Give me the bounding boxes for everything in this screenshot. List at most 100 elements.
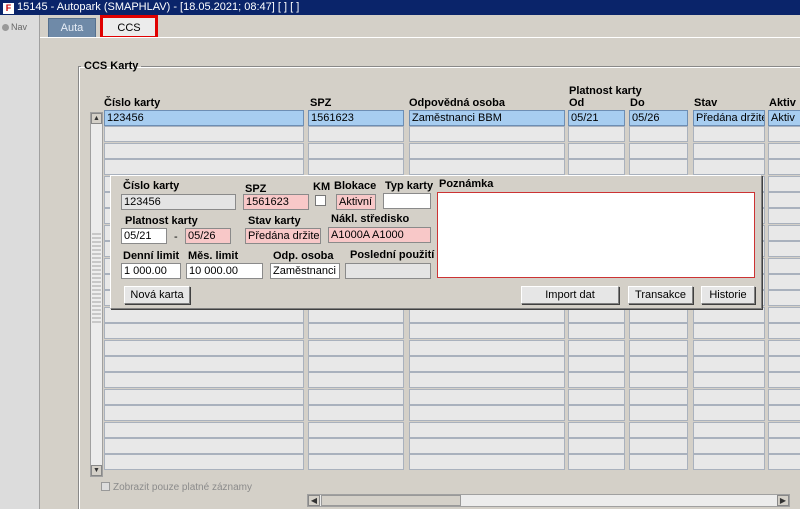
cell-cislo-karty[interactable] — [104, 159, 304, 176]
cell-od[interactable] — [568, 142, 625, 159]
cell-odpovedna-osoba[interactable] — [409, 126, 565, 143]
cell-aktiv[interactable] — [768, 126, 800, 143]
cell-od[interactable] — [568, 306, 625, 323]
cell-od[interactable] — [568, 405, 625, 422]
cell-aktiv[interactable] — [768, 175, 800, 192]
field-poznamka[interactable] — [437, 192, 755, 278]
cell-aktiv[interactable] — [768, 388, 800, 405]
cell-cislo-karty[interactable] — [104, 126, 304, 143]
field-cislo-karty[interactable]: 123456 — [121, 194, 236, 210]
cell-stav[interactable] — [693, 323, 765, 340]
cell-aktiv[interactable] — [768, 208, 800, 225]
nav-button[interactable]: Nav — [2, 22, 27, 32]
cell-stav[interactable] — [693, 372, 765, 389]
cell-spz[interactable] — [308, 339, 404, 356]
cell-odpovedna-osoba[interactable] — [409, 421, 565, 438]
cell-aktiv[interactable] — [768, 142, 800, 159]
cell-aktiv[interactable] — [768, 405, 800, 422]
horizontal-scrollbar[interactable]: ◀ ▶ — [307, 494, 790, 507]
cell-odpovedna-osoba[interactable] — [409, 388, 565, 405]
field-platnost-do[interactable]: 05/26 — [185, 228, 231, 244]
cell-cislo-karty[interactable] — [104, 306, 304, 323]
cell-stav[interactable] — [693, 306, 765, 323]
import-data-button[interactable]: Import dat — [521, 286, 619, 304]
cell-aktiv[interactable] — [768, 372, 800, 389]
history-button[interactable]: Historie — [701, 286, 755, 304]
km-checkbox[interactable] — [315, 195, 326, 206]
checkbox-icon[interactable] — [101, 482, 110, 491]
cell-stav[interactable] — [693, 142, 765, 159]
field-blokace[interactable]: Aktivní — [336, 194, 376, 210]
cell-spz[interactable] — [308, 142, 404, 159]
cell-spz[interactable] — [308, 405, 404, 422]
cell-od[interactable] — [568, 356, 625, 372]
cell-od[interactable] — [568, 126, 625, 143]
cell-spz[interactable] — [308, 372, 404, 389]
cell-spz[interactable] — [308, 454, 404, 471]
cell-od[interactable] — [568, 159, 625, 176]
cell-aktiv[interactable] — [768, 356, 800, 372]
cell-aktiv[interactable] — [768, 224, 800, 241]
scroll-left-icon[interactable]: ◀ — [308, 495, 320, 506]
cell-spz[interactable] — [308, 438, 404, 454]
cell-od[interactable] — [568, 438, 625, 454]
cell-aktiv[interactable] — [768, 192, 800, 208]
field-odp-osoba[interactable]: Zaměstnanci BB — [270, 263, 340, 279]
cell-aktiv[interactable] — [768, 159, 800, 176]
cell-odpovedna-osoba[interactable] — [409, 339, 565, 356]
scroll-up-icon[interactable]: ▲ — [91, 113, 102, 124]
cell-spz[interactable] — [308, 159, 404, 176]
field-denni-limit[interactable]: 1 000.00 — [121, 263, 181, 279]
cell-aktiv[interactable] — [768, 290, 800, 307]
valid-records-filter[interactable]: Zobrazit pouze platné záznamy — [101, 482, 252, 493]
cell-od[interactable] — [568, 372, 625, 389]
cell-do[interactable] — [629, 339, 688, 356]
cell-odpovedna-osoba[interactable] — [409, 405, 565, 422]
cell-spz[interactable] — [308, 306, 404, 323]
cell-do[interactable] — [629, 454, 688, 471]
cell-aktiv[interactable] — [768, 306, 800, 323]
cell-spz[interactable]: 1561623 — [308, 110, 404, 126]
cell-do[interactable] — [629, 388, 688, 405]
field-spz[interactable]: 1561623 — [243, 194, 309, 210]
field-typ-karty[interactable] — [383, 193, 431, 209]
tab-ccs-karty[interactable]: CCS karty — [100, 15, 158, 54]
cell-od[interactable] — [568, 388, 625, 405]
field-stav-karty[interactable]: Předána držiteli — [245, 228, 321, 244]
cell-odpovedna-osoba[interactable] — [409, 372, 565, 389]
cell-od[interactable] — [568, 454, 625, 471]
cell-do[interactable] — [629, 356, 688, 372]
cell-odpovedna-osoba[interactable]: Zaměstnanci BBM — [409, 110, 565, 126]
cell-odpovedna-osoba[interactable] — [409, 142, 565, 159]
cell-spz[interactable] — [308, 356, 404, 372]
scroll-down-icon[interactable]: ▼ — [91, 465, 102, 476]
cell-do[interactable] — [629, 372, 688, 389]
cell-do[interactable]: 05/26 — [629, 110, 688, 126]
cell-do[interactable] — [629, 306, 688, 323]
field-nakl-stredisko[interactable]: A1000A A1000 — [328, 227, 431, 243]
scroll-thumb[interactable] — [321, 495, 461, 506]
cell-do[interactable] — [629, 438, 688, 454]
field-platnost-od[interactable]: 05/21 — [121, 228, 167, 244]
transactions-button[interactable]: Transakce — [628, 286, 693, 304]
cell-od[interactable] — [568, 421, 625, 438]
cell-od[interactable] — [568, 323, 625, 340]
cell-odpovedna-osoba[interactable] — [409, 323, 565, 340]
cell-do[interactable] — [629, 126, 688, 143]
cell-cislo-karty[interactable] — [104, 339, 304, 356]
cell-stav[interactable] — [693, 339, 765, 356]
cell-spz[interactable] — [308, 323, 404, 340]
cell-aktiv[interactable] — [768, 241, 800, 258]
cell-cislo-karty[interactable] — [104, 405, 304, 422]
cell-cislo-karty[interactable] — [104, 388, 304, 405]
vertical-scrollbar[interactable]: ▲ ▼ — [90, 112, 103, 477]
cell-aktiv[interactable] — [768, 438, 800, 454]
cell-cislo-karty[interactable] — [104, 142, 304, 159]
cell-do[interactable] — [629, 142, 688, 159]
cell-cislo-karty[interactable]: 123456 — [104, 110, 304, 126]
cell-stav[interactable]: Předána držiteli — [693, 110, 765, 126]
cell-spz[interactable] — [308, 126, 404, 143]
cell-cislo-karty[interactable] — [104, 356, 304, 372]
scroll-grip[interactable] — [92, 233, 101, 323]
cell-aktiv[interactable] — [768, 323, 800, 340]
